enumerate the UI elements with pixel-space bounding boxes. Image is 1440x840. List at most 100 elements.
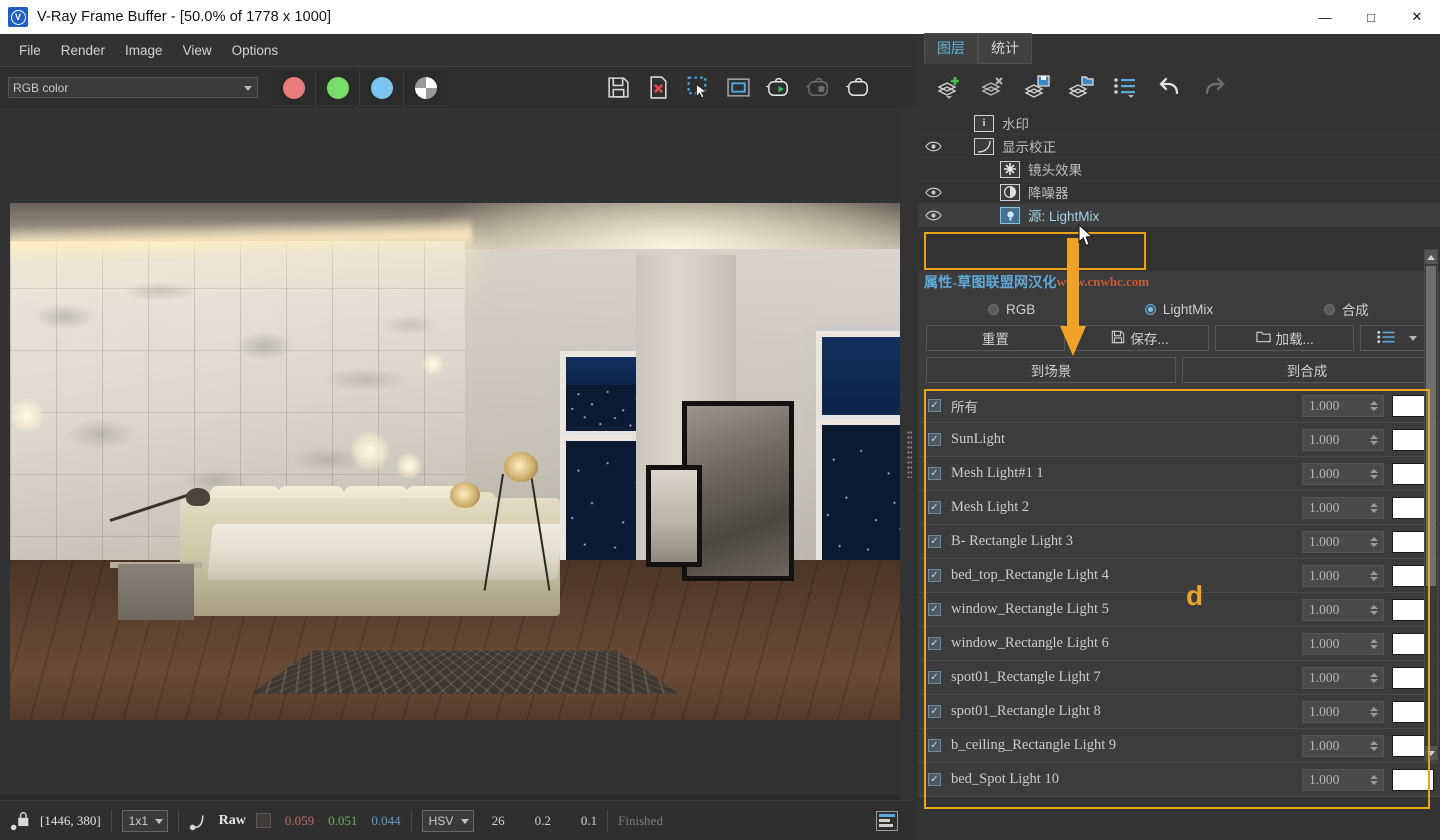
layer-row-denoiser[interactable]: 降噪器 — [918, 181, 1440, 204]
tab-statistics[interactable]: 统计 — [978, 33, 1032, 64]
light-enable-checkbox[interactable]: ✓ — [928, 535, 941, 548]
spinner-down-icon[interactable] — [1370, 407, 1378, 411]
visibility-toggle[interactable] — [918, 187, 948, 198]
spinner-up-icon[interactable] — [1370, 537, 1378, 541]
load-layer-icon[interactable] — [1064, 70, 1100, 104]
light-intensity-field[interactable]: 1.000 — [1302, 701, 1384, 723]
spinner-down-icon[interactable] — [1370, 713, 1378, 717]
save-layer-icon[interactable] — [1020, 70, 1056, 104]
save-image-icon[interactable] — [600, 71, 636, 105]
light-enable-checkbox[interactable]: ✓ — [928, 433, 941, 446]
visibility-toggle[interactable] — [918, 210, 948, 221]
light-intensity-field[interactable]: 1.000 — [1302, 395, 1384, 417]
rendered-image[interactable] — [10, 203, 900, 720]
spinner-arrows[interactable] — [1370, 741, 1378, 751]
lightmix-row-b-ceiling-rectangle-light-9[interactable]: ✓ b_ceiling_Rectangle Light 9 1.000 — [918, 729, 1440, 763]
layer-row-lens-effects[interactable]: 镜头效果 — [918, 158, 1440, 181]
light-enable-checkbox[interactable]: ✓ — [928, 467, 941, 480]
spinner-arrows[interactable] — [1370, 401, 1378, 411]
menu-image[interactable]: Image — [116, 39, 172, 62]
spinner-arrows[interactable] — [1370, 707, 1378, 717]
scrollbar-thumb[interactable] — [1426, 266, 1436, 586]
spinner-up-icon[interactable] — [1370, 469, 1378, 473]
pixel-lock-icon[interactable] — [10, 810, 32, 832]
light-enable-checkbox[interactable]: ✓ — [928, 637, 941, 650]
presets-menu-button[interactable] — [1360, 325, 1432, 351]
lightmix-row-rectangle-light-3[interactable]: ✓ B- Rectangle Light 3 1.000 — [918, 525, 1440, 559]
maximize-button[interactable]: □ — [1348, 0, 1394, 34]
close-button[interactable]: ✕ — [1394, 0, 1440, 34]
channel-select-dropdown[interactable]: RGB color — [8, 77, 258, 98]
render-last-icon[interactable] — [840, 71, 876, 105]
spinner-up-icon[interactable] — [1370, 401, 1378, 405]
blue-channel-button[interactable] — [360, 71, 404, 105]
spinner-down-icon[interactable] — [1370, 747, 1378, 751]
sample-size-dropdown[interactable]: 1x1 — [122, 810, 168, 832]
spinner-arrows[interactable] — [1370, 775, 1378, 785]
layer-row-lightmix[interactable]: 源: LightMix — [918, 204, 1440, 227]
spinner-up-icon[interactable] — [1370, 741, 1378, 745]
radio-lightmix[interactable]: LightMix — [1095, 302, 1262, 317]
spinner-down-icon[interactable] — [1370, 781, 1378, 785]
lightmix-row-all[interactable]: ✓ 所有 1.000 — [918, 389, 1440, 423]
light-intensity-field[interactable]: 1.000 — [1302, 565, 1384, 587]
minimize-button[interactable]: — — [1302, 0, 1348, 34]
redo-icon[interactable] — [1196, 70, 1232, 104]
spinner-down-icon[interactable] — [1370, 645, 1378, 649]
spinner-up-icon[interactable] — [1370, 503, 1378, 507]
menu-render[interactable]: Render — [52, 39, 114, 62]
radio-rgb[interactable]: RGB — [928, 302, 1095, 317]
light-intensity-field[interactable]: 1.000 — [1302, 599, 1384, 621]
color-curve-icon[interactable] — [189, 810, 211, 832]
lightmix-row-sunlight[interactable]: ✓ SunLight 1.000 — [918, 423, 1440, 457]
lightmix-row-bed-spot-light-10[interactable]: ✓ bed_Spot Light 10 1.000 — [918, 763, 1440, 797]
red-channel-button[interactable] — [272, 71, 316, 105]
spinner-arrows[interactable] — [1370, 639, 1378, 649]
stop-render-icon[interactable] — [800, 71, 836, 105]
image-viewport[interactable] — [0, 108, 900, 800]
spinner-arrows[interactable] — [1370, 605, 1378, 615]
lightmix-row-bed-top-rectangle-light-4[interactable]: ✓ bed_top_Rectangle Light 4 1.000 — [918, 559, 1440, 593]
menu-view[interactable]: View — [174, 39, 221, 62]
lightmix-row-spot01-rectangle-light-7[interactable]: ✓ spot01_Rectangle Light 7 1.000 — [918, 661, 1440, 695]
spinner-up-icon[interactable] — [1370, 605, 1378, 609]
spinner-up-icon[interactable] — [1370, 707, 1378, 711]
light-enable-checkbox[interactable]: ✓ — [928, 671, 941, 684]
lightmix-row-spot01-rectangle-light-8[interactable]: ✓ spot01_Rectangle Light 8 1.000 — [918, 695, 1440, 729]
reset-button[interactable]: 重置 — [926, 325, 1065, 351]
spinner-down-icon[interactable] — [1370, 509, 1378, 513]
light-intensity-field[interactable]: 1.000 — [1302, 633, 1384, 655]
spinner-arrows[interactable] — [1370, 503, 1378, 513]
green-channel-button[interactable] — [316, 71, 360, 105]
lightmix-row-mesh-light-1[interactable]: ✓ Mesh Light#1 1 1.000 — [918, 457, 1440, 491]
spinner-down-icon[interactable] — [1370, 475, 1378, 479]
scroll-down-icon[interactable] — [1425, 746, 1437, 760]
light-intensity-field[interactable]: 1.000 — [1302, 429, 1384, 451]
light-enable-checkbox[interactable]: ✓ — [928, 399, 941, 412]
light-enable-checkbox[interactable]: ✓ — [928, 739, 941, 752]
light-enable-checkbox[interactable]: ✓ — [928, 705, 941, 718]
load-preset-button[interactable]: 加载... — [1215, 325, 1354, 351]
spinner-up-icon[interactable] — [1370, 435, 1378, 439]
light-intensity-field[interactable]: 1.000 — [1302, 667, 1384, 689]
spinner-arrows[interactable] — [1370, 469, 1378, 479]
layer-row-watermark[interactable]: i 水印 — [918, 112, 1440, 135]
light-color-swatch[interactable] — [1392, 769, 1434, 791]
to-scene-button[interactable]: 到场景 — [926, 357, 1176, 383]
light-enable-checkbox[interactable]: ✓ — [928, 603, 941, 616]
light-intensity-field[interactable]: 1.000 — [1302, 463, 1384, 485]
undo-icon[interactable] — [1152, 70, 1188, 104]
spinner-arrows[interactable] — [1370, 435, 1378, 445]
color-space-dropdown[interactable]: HSV — [422, 810, 474, 832]
light-enable-checkbox[interactable]: ✓ — [928, 569, 941, 582]
radio-composite[interactable]: 合成 — [1263, 299, 1430, 319]
light-enable-checkbox[interactable]: ✓ — [928, 501, 941, 514]
clear-image-icon[interactable] — [640, 71, 676, 105]
layer-presets-icon[interactable] — [1108, 70, 1144, 104]
lightmix-row-window-rectangle-light-6[interactable]: ✓ window_Rectangle Light 6 1.000 — [918, 627, 1440, 661]
spinner-up-icon[interactable] — [1370, 571, 1378, 575]
spinner-arrows[interactable] — [1370, 537, 1378, 547]
spinner-down-icon[interactable] — [1370, 611, 1378, 615]
spinner-up-icon[interactable] — [1370, 673, 1378, 677]
tab-layers[interactable]: 图层 — [924, 33, 978, 64]
